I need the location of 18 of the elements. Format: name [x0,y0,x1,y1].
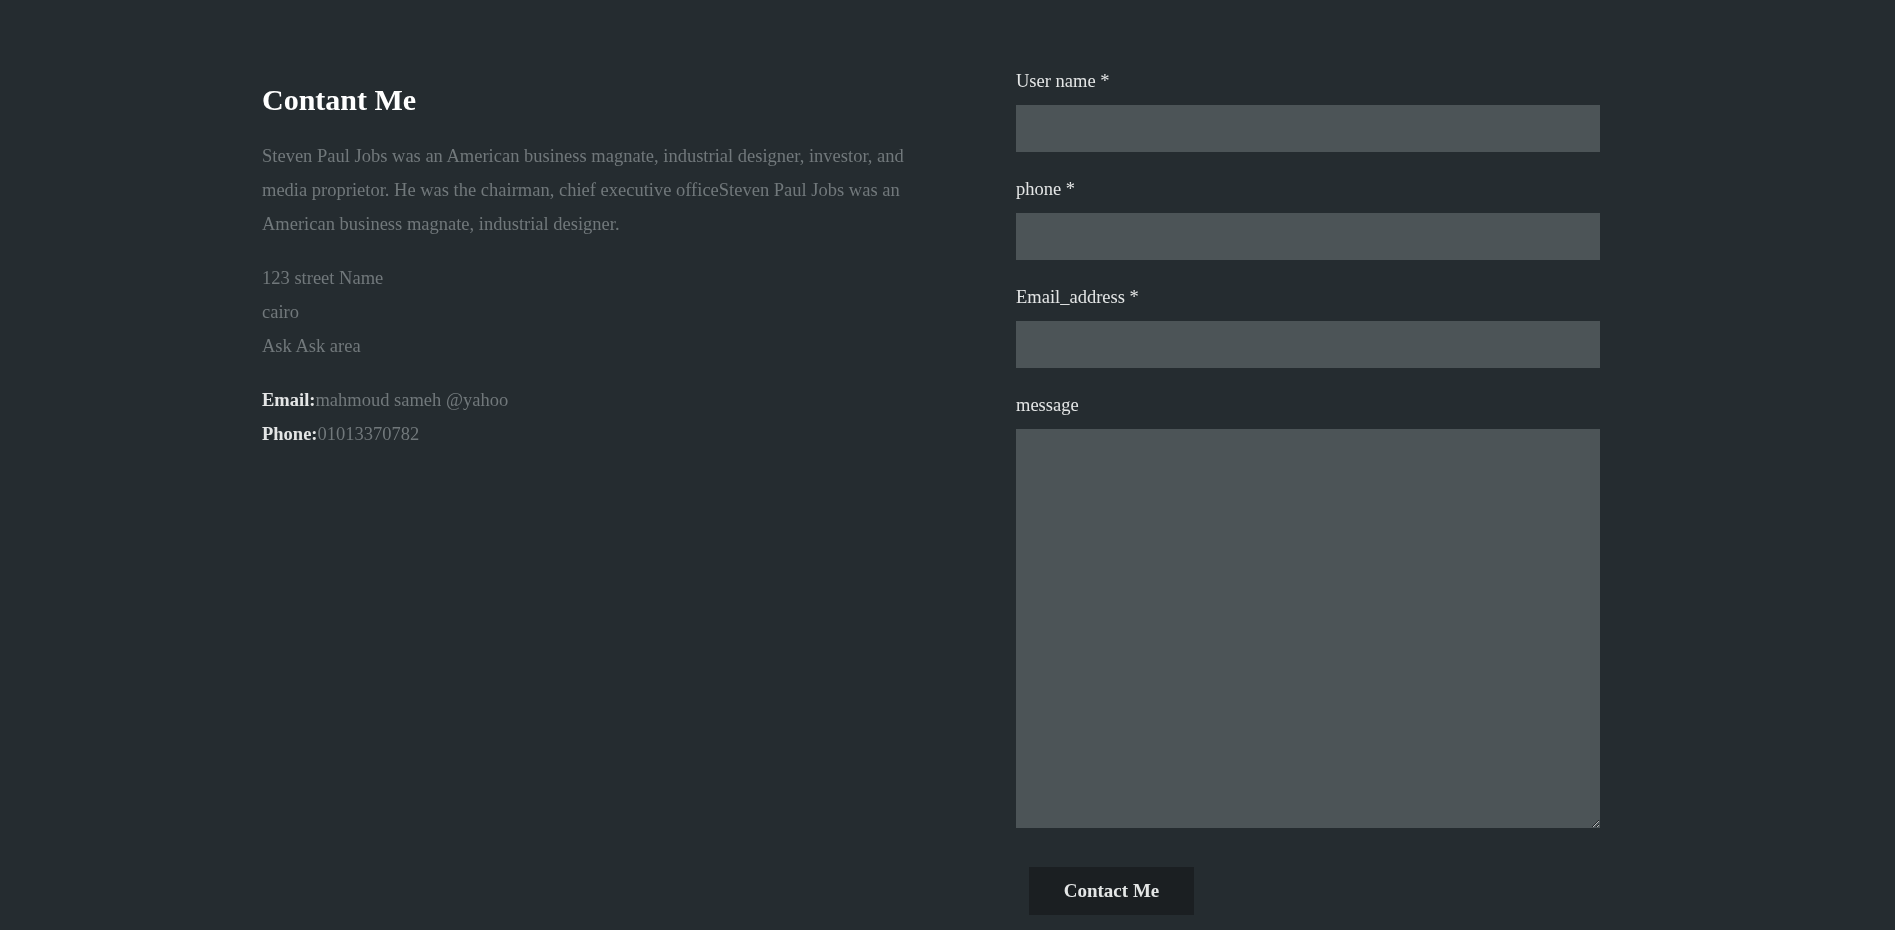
field-label: Email_address * [1016,286,1139,309]
input-field[interactable] [1016,213,1600,260]
contact-button[interactable]: Contact Me [1029,867,1194,915]
field-label: User name * [1016,70,1110,93]
description-text: Steven Paul Jobs was an American business magnate, industrial designer, investor, and media proprietor. He was the chairman, chief executive officeSteven Paul Jobs was an American business magnate, industrial designer. [262,145,905,236]
detail-label: Email: [262,389,316,412]
address-line: cairo [262,301,299,324]
detail-label: Phone: [262,423,318,446]
field-label: message [1016,394,1079,417]
address-line: Ask Ask area [262,335,361,358]
input-field[interactable] [1016,321,1600,368]
address-line: 123 street Name [262,267,384,290]
message-textarea[interactable] [1016,429,1600,828]
detail-value: mahmoud sameh @yahoo [315,389,509,412]
field-label: phone * [1016,178,1076,201]
input-field[interactable] [1016,105,1600,152]
section-heading: Contant Me [262,82,418,118]
detail-value: 01013370782 [317,423,420,446]
